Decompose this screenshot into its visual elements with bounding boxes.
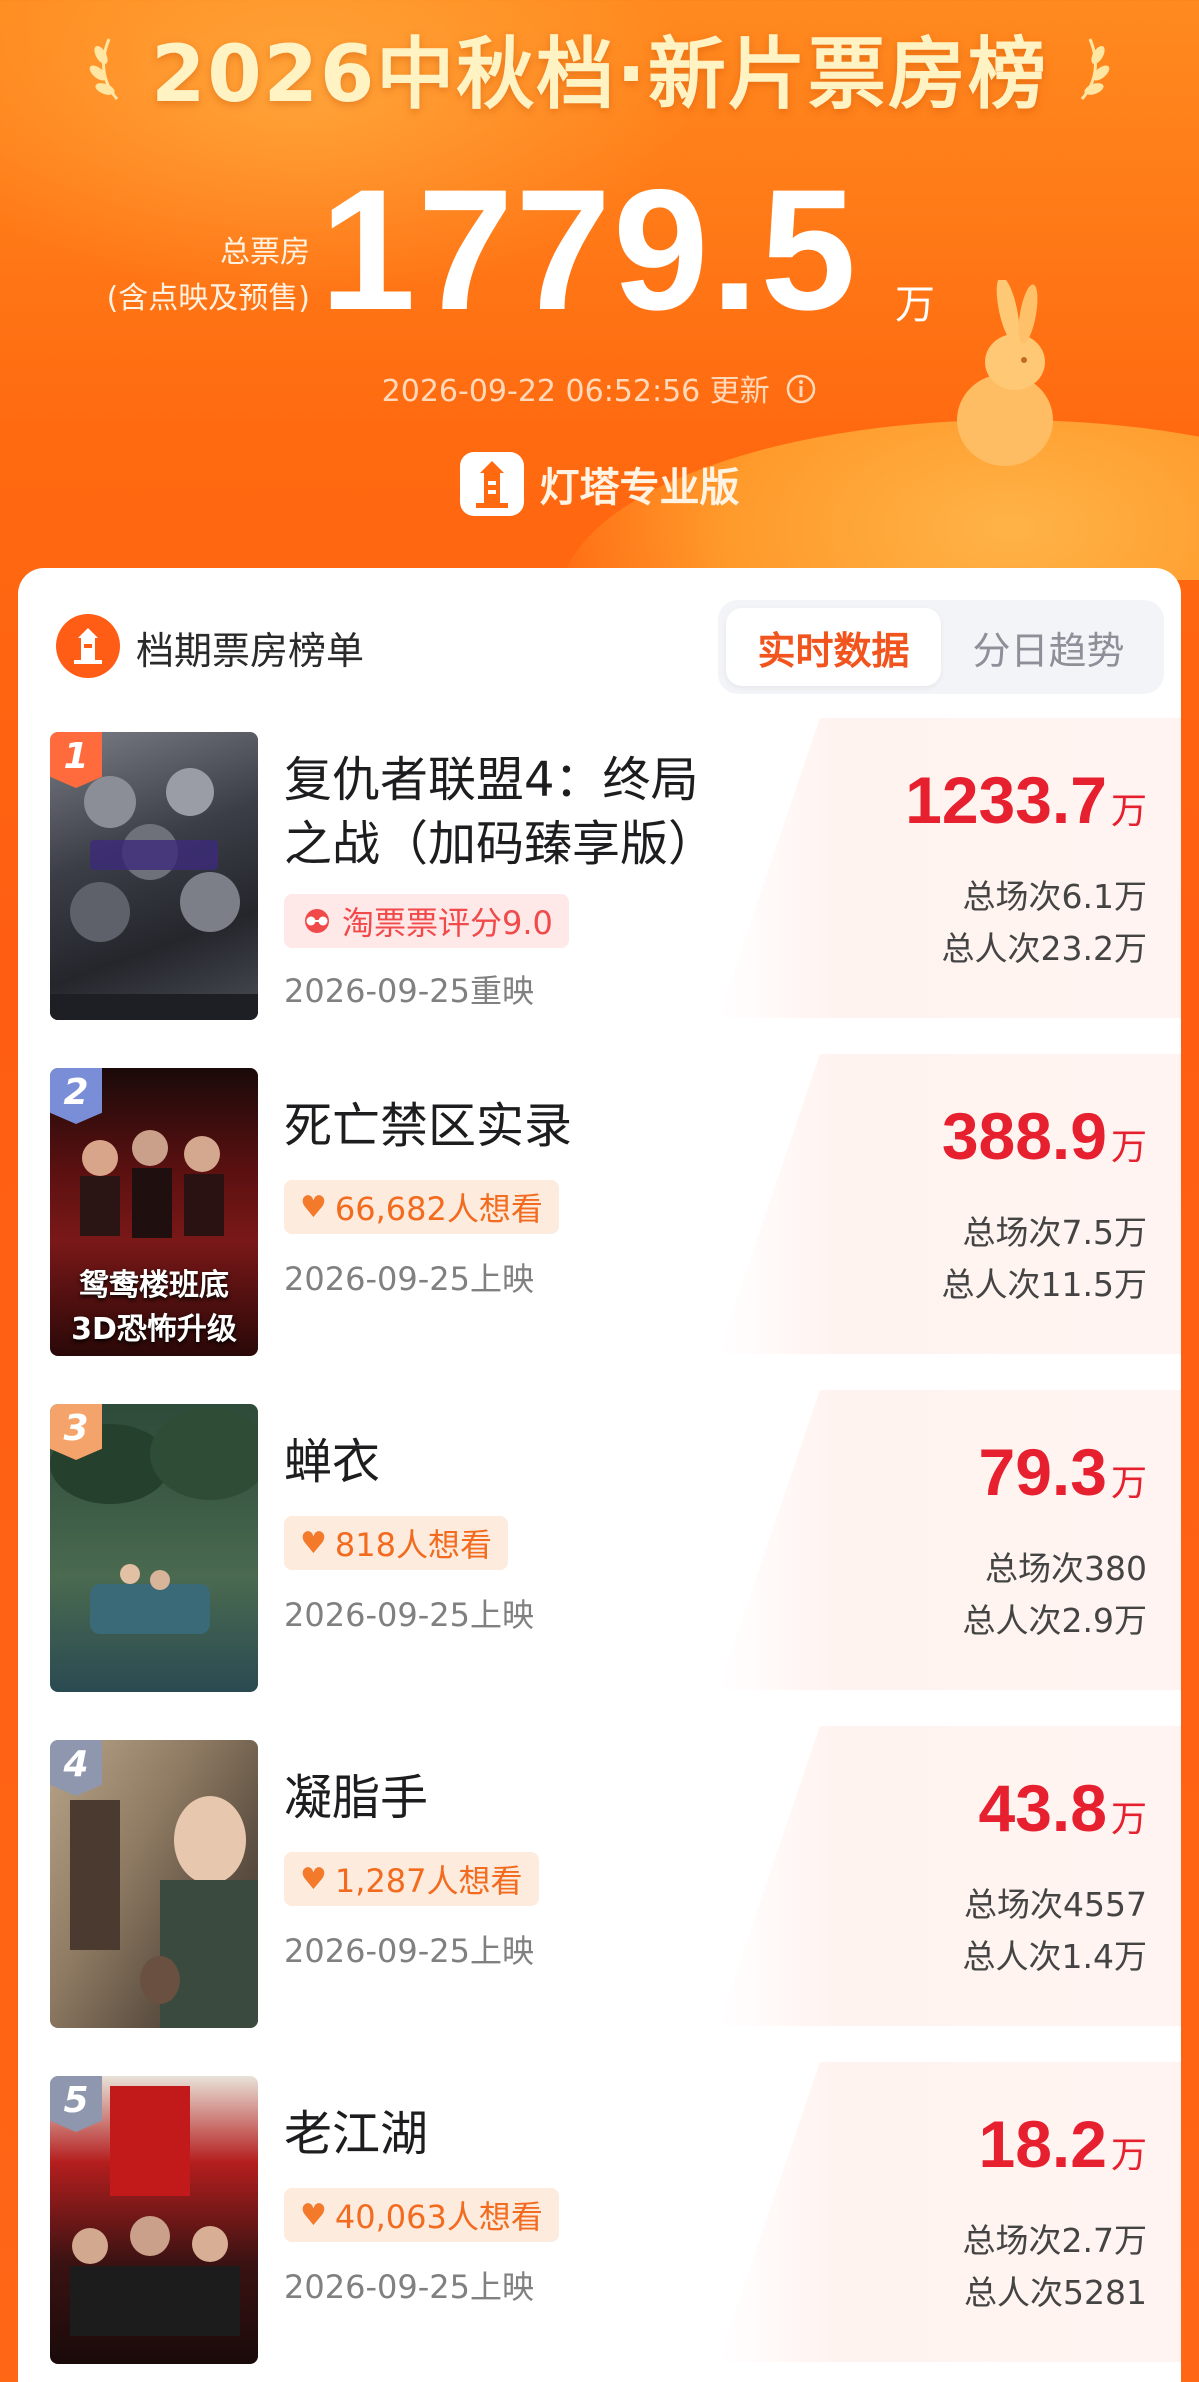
- box-office-number: 388.9: [941, 1099, 1107, 1173]
- total-admissions: 总人次1.4万: [962, 1937, 1147, 1976]
- want-to-see-badge: ♥ 66,682人想看: [284, 1180, 559, 1234]
- rank-badge: 2: [50, 1068, 102, 1124]
- rank-badge: 4: [50, 1740, 102, 1796]
- rank-badge: 1: [50, 732, 102, 788]
- box-office-number: 18.2: [978, 2107, 1107, 2181]
- total-admissions: 总人次2.9万: [962, 1601, 1147, 1640]
- total-label-line2: (含点映及预售): [106, 281, 310, 316]
- page-title: 2026中秋档·新片票房榜: [151, 30, 1048, 120]
- rank-badge: 3: [50, 1404, 102, 1460]
- list-item[interactable]: 1 复仇者联盟4：终局 之战（加码臻享版） 淘票票评分9.0 2026-09-2…: [18, 718, 1181, 1020]
- total-admissions: 总人次5281: [964, 2273, 1147, 2312]
- heart-icon: ♥: [300, 1861, 327, 1897]
- total-unit: 万: [895, 282, 935, 328]
- box-office-value: 79.3 万: [979, 1434, 1147, 1510]
- movie-poster[interactable]: 4: [50, 1740, 258, 2028]
- release-date: 2026-09-25重映: [284, 972, 534, 1010]
- box-office-number: 79.3: [978, 1435, 1107, 1509]
- update-time: 2026-09-22 06:52:56 更新: [381, 374, 770, 409]
- box-office-unit: 万: [1110, 2134, 1147, 2175]
- movie-title-line1: 复仇者联盟4：终局: [284, 752, 699, 808]
- release-date: 2026-09-25上映: [284, 1260, 534, 1298]
- total-admissions: 总人次11.5万: [941, 1265, 1147, 1304]
- movie-title[interactable]: 凝脂手: [284, 1766, 428, 1830]
- movie-poster[interactable]: 鸳鸯楼班底 3D恐怖升级 2: [50, 1068, 258, 1356]
- list-item[interactable]: 4 凝脂手 ♥ 1,287人想看 2026-09-25上映 43.8 万 总场次4…: [18, 1726, 1181, 2028]
- ranking-card: 档期票房榜单 实时数据 分日趋势 1 复仇者联盟4：终局 之战（加码臻享版） 淘…: [18, 568, 1181, 2382]
- want-to-see-badge: ♥ 1,287人想看: [284, 1852, 539, 1906]
- release-date: 2026-09-25上映: [284, 2268, 534, 2306]
- card-header: 档期票房榜单 实时数据 分日趋势: [18, 568, 1181, 718]
- lighthouse-icon: [56, 614, 120, 678]
- list-item[interactable]: 5 老江湖 ♥ 40,063人想看 2026-09-25上映 18.2 万 总场次…: [18, 2062, 1181, 2364]
- want-to-see-text: 40,063人想看: [334, 2198, 543, 2236]
- box-office-unit: 万: [1110, 1798, 1147, 1839]
- box-office-value: 388.9 万: [942, 1098, 1147, 1174]
- laurel-left-icon: [89, 38, 119, 100]
- movie-poster[interactable]: 1: [50, 732, 258, 1020]
- heart-icon: ♥: [300, 1525, 327, 1561]
- list-item[interactable]: 鸳鸯楼班底 3D恐怖升级 2 死亡禁区实录 ♥ 66,682人想看 2026-0…: [18, 1054, 1181, 1356]
- total-admissions: 总人次23.2万: [941, 929, 1147, 968]
- movie-title[interactable]: 复仇者联盟4：终局 之战（加码臻享版）: [284, 748, 716, 876]
- poster-caption: 鸳鸯楼班底 3D恐怖升级: [71, 1268, 237, 1347]
- box-office-value: 18.2 万: [979, 2106, 1147, 2182]
- box-office-unit: 万: [1110, 1462, 1147, 1503]
- total-box-office-value: 1779.5: [320, 154, 859, 346]
- total-box-office-label: 总票房 (含点映及预售): [60, 230, 310, 322]
- total-shows: 总场次6.1万: [962, 877, 1147, 916]
- box-office-value: 1233.7 万: [905, 762, 1147, 838]
- total-shows: 总场次7.5万: [962, 1213, 1147, 1252]
- tab-switcher: 实时数据 分日趋势: [718, 600, 1164, 694]
- want-to-see-text: 66,682人想看: [334, 1190, 543, 1228]
- box-office-number: 43.8: [978, 1771, 1107, 1845]
- release-date: 2026-09-25上映: [284, 1932, 534, 1970]
- total-label-line1: 总票房: [220, 235, 310, 270]
- lighthouse-logo-icon: [459, 452, 524, 516]
- want-to-see-badge: ♥ 818人想看: [284, 1516, 508, 1570]
- want-to-see-text: 818人想看: [334, 1526, 492, 1564]
- brand-name: 灯塔专业版: [539, 465, 740, 511]
- heart-icon: ♥: [300, 1189, 327, 1225]
- title-row: 2026中秋档·新片票房榜: [0, 18, 1199, 120]
- laurel-right-icon: [1080, 38, 1110, 100]
- want-to-see-badge: ♥ 40,063人想看: [284, 2188, 559, 2242]
- header-banner: 2026中秋档·新片票房榜 总票房 (含点映及预售) 1779.5 万 2026…: [0, 0, 1199, 580]
- movie-poster[interactable]: 3: [50, 1404, 258, 1692]
- box-office-value: 43.8 万: [979, 1770, 1147, 1846]
- tab-realtime[interactable]: 实时数据: [726, 608, 941, 686]
- tab-daily-trend[interactable]: 分日趋势: [941, 608, 1156, 686]
- box-office-number: 1233.7: [905, 763, 1107, 837]
- want-to-see-text: 1,287人想看: [334, 1862, 523, 1900]
- info-icon[interactable]: [785, 373, 817, 405]
- box-office-unit: 万: [1110, 1126, 1147, 1167]
- list-item[interactable]: 3 蝉衣 ♥ 818人想看 2026-09-25上映 79.3 万 总场次380 …: [18, 1390, 1181, 1692]
- update-time-row: 2026-09-22 06:52:56 更新: [0, 366, 1199, 410]
- rank-badge: 5: [50, 2076, 102, 2132]
- total-shows: 总场次380: [985, 1549, 1147, 1588]
- movie-title[interactable]: 蝉衣: [284, 1430, 380, 1494]
- box-office-unit: 万: [1110, 790, 1147, 831]
- movie-title[interactable]: 老江湖: [284, 2102, 428, 2166]
- brand-row: 灯塔专业版: [0, 452, 1199, 516]
- release-date: 2026-09-25上映: [284, 1596, 534, 1634]
- movie-title-line2: 之战（加码臻享版）: [284, 816, 717, 872]
- rating-text: 淘票票评分9.0: [342, 904, 553, 942]
- card-title: 档期票房榜单: [136, 629, 365, 673]
- total-shows: 总场次2.7万: [962, 2221, 1147, 2260]
- total-shows: 总场次4557: [964, 1885, 1147, 1924]
- glasses-icon: [305, 909, 329, 933]
- movie-poster[interactable]: 5: [50, 2076, 258, 2364]
- heart-icon: ♥: [300, 2197, 327, 2233]
- movie-title[interactable]: 死亡禁区实录: [284, 1094, 572, 1158]
- rating-badge: 淘票票评分9.0: [284, 894, 569, 948]
